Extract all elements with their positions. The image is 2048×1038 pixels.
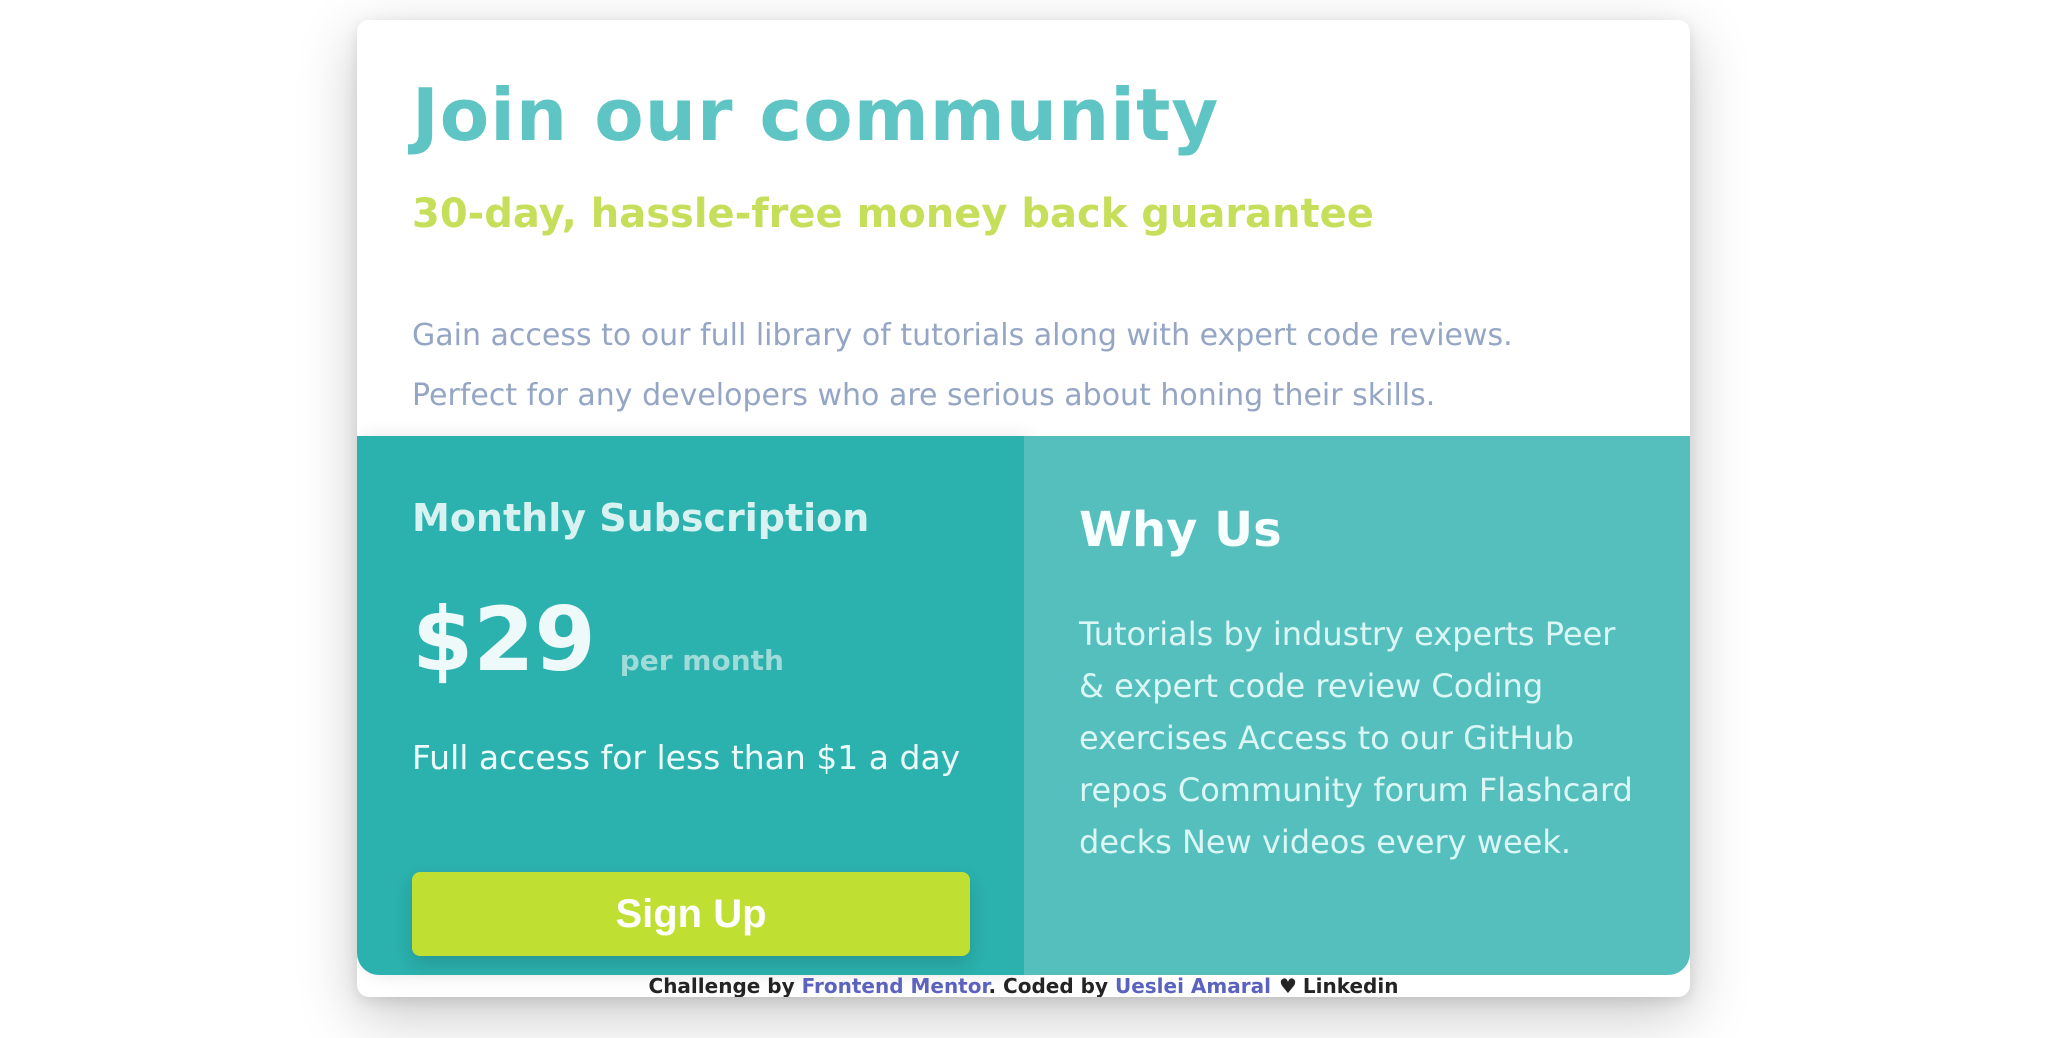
author-link[interactable]: Ueslei Amaral [1115, 974, 1271, 997]
why-us-text: Tutorials by industry experts Peer & exp… [1079, 615, 1633, 861]
page-title: Join our community [412, 73, 1220, 157]
subscription-title: Monthly Subscription [412, 496, 870, 540]
price-amount: $29 [412, 588, 596, 691]
price-period: per month [619, 644, 784, 677]
sign-up-button[interactable]: Sign Up [412, 872, 970, 956]
subscription-panel: Monthly Subscription $29 per month Full … [357, 436, 1024, 975]
plans-section: Monthly Subscription $29 per month Full … [357, 436, 1690, 975]
guarantee-subtitle: 30-day, hassle-free money back guarantee [412, 191, 1374, 237]
page-stage: Join our community 30-day, hassle-free m… [0, 0, 2048, 1038]
linkedin-link[interactable]: Linkedin [1303, 974, 1399, 997]
why-us-panel: Why Us Tutorials by industry experts Pee… [1024, 436, 1690, 975]
attribution-footer: Challenge by Frontend Mentor. Coded by U… [357, 975, 1690, 997]
frontend-mentor-link[interactable]: Frontend Mentor [802, 974, 989, 997]
heart-icon: ♥ [1278, 974, 1297, 997]
pricing-card: Join our community 30-day, hassle-free m… [357, 20, 1690, 997]
hero-section: Join our community 30-day, hassle-free m… [357, 20, 1690, 436]
footer-middle: . Coded by [988, 974, 1115, 997]
price-row: $29 per month [412, 596, 784, 684]
footer-prefix: Challenge by [648, 974, 802, 997]
hero-description: Gain access to our full library of tutor… [412, 318, 1513, 413]
why-us-title: Why Us [1079, 502, 1282, 558]
price-note: Full access for less than $1 a day [412, 738, 961, 777]
